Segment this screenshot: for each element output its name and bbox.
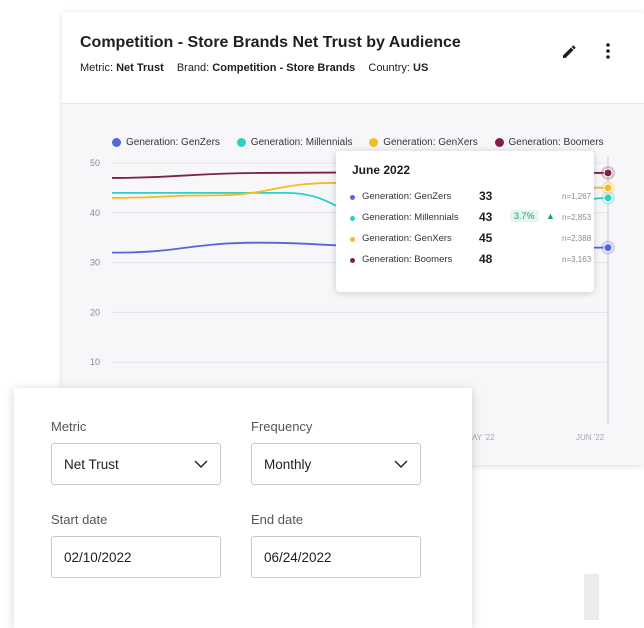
tooltip-series-name: Generation: GenXers xyxy=(362,233,452,244)
start-date-field[interactable]: 02/10/2022 xyxy=(51,536,221,578)
y-tick-label: 20 xyxy=(90,307,100,317)
pencil-icon[interactable] xyxy=(559,40,581,62)
data-point xyxy=(603,183,613,193)
x-tick-label: AY '22 xyxy=(472,433,495,442)
up-arrow-icon: ▲ xyxy=(546,211,555,221)
tooltip-series-name: Generation: Boomers xyxy=(362,254,453,265)
chevron-down-icon xyxy=(194,460,208,468)
tooltip-series-name: Generation: Millennials xyxy=(362,212,459,223)
chart-title: Competition - Store Brands Net Trust by … xyxy=(80,34,461,51)
scrollbar[interactable] xyxy=(584,574,599,620)
tooltip-sample-size: n=2,388 xyxy=(562,234,592,243)
tooltip-row: Generation: Boomers 48 n=3,163 xyxy=(350,252,592,272)
tooltip-title: June 2022 xyxy=(352,163,411,177)
end-date-field[interactable]: 06/24/2022 xyxy=(251,536,421,578)
y-tick-label: 40 xyxy=(90,208,100,218)
card-header: Competition - Store Brands Net Trust by … xyxy=(62,12,644,104)
tooltip-bullet xyxy=(350,258,355,263)
tooltip-row: Generation: Millennials 43 3.7% ▲ n=2,85… xyxy=(350,210,592,230)
tooltip-sample-size: n=2,853 xyxy=(562,213,592,222)
frequency-select-value: Monthly xyxy=(264,457,312,472)
tooltip-bullet xyxy=(350,237,355,242)
tooltip-bullet xyxy=(350,195,355,200)
tooltip-sample-size: n=1,267 xyxy=(562,192,592,201)
y-tick-label: 30 xyxy=(90,258,100,268)
chart-settings-panel: Metric Net Trust Frequency Monthly Start… xyxy=(14,388,472,628)
tooltip-bullet xyxy=(350,216,355,221)
x-tick-label: JUN '22 xyxy=(576,433,605,442)
metric-meta-value: Net Trust xyxy=(116,62,164,74)
metric-select-value: Net Trust xyxy=(64,457,119,472)
end-date-label: End date xyxy=(251,512,304,527)
tooltip-value: 33 xyxy=(479,189,493,203)
data-point xyxy=(603,168,613,178)
tooltip-value: 43 xyxy=(479,210,493,224)
chart-tooltip: June 2022 Generation: GenZers 33 n=1,267… xyxy=(336,151,594,292)
data-point xyxy=(603,243,613,253)
metric-meta-label: Metric: xyxy=(80,62,113,74)
country-meta-label: Country: xyxy=(368,62,410,74)
y-tick-label: 50 xyxy=(90,158,100,168)
data-point xyxy=(603,193,613,203)
tooltip-value: 45 xyxy=(479,231,493,245)
y-tick-label: 10 xyxy=(90,357,100,367)
tooltip-row: Generation: GenXers 45 n=2,388 xyxy=(350,231,592,251)
tooltip-change-badge: 3.7% xyxy=(510,210,539,222)
metric-label: Metric xyxy=(51,419,87,434)
start-date-label: Start date xyxy=(51,512,108,527)
more-vert-icon[interactable] xyxy=(597,40,619,62)
metric-select[interactable]: Net Trust xyxy=(51,443,221,485)
chart-meta: Metric: Net Trust Brand: Competition - S… xyxy=(80,62,428,74)
brand-meta-value: Competition - Store Brands xyxy=(212,62,356,74)
frequency-label: Frequency xyxy=(251,419,313,434)
brand-meta-label: Brand: xyxy=(176,62,210,74)
frequency-select[interactable]: Monthly xyxy=(251,443,421,485)
tooltip-sample-size: n=3,163 xyxy=(562,255,592,264)
country-meta-value: US xyxy=(413,62,429,74)
chevron-down-icon xyxy=(394,460,408,468)
tooltip-row: Generation: GenZers 33 n=1,267 xyxy=(350,189,592,209)
tooltip-series-name: Generation: GenZers xyxy=(362,191,452,202)
end-date-value: 06/24/2022 xyxy=(264,550,332,565)
start-date-value: 02/10/2022 xyxy=(64,550,132,565)
tooltip-value: 48 xyxy=(479,252,493,266)
